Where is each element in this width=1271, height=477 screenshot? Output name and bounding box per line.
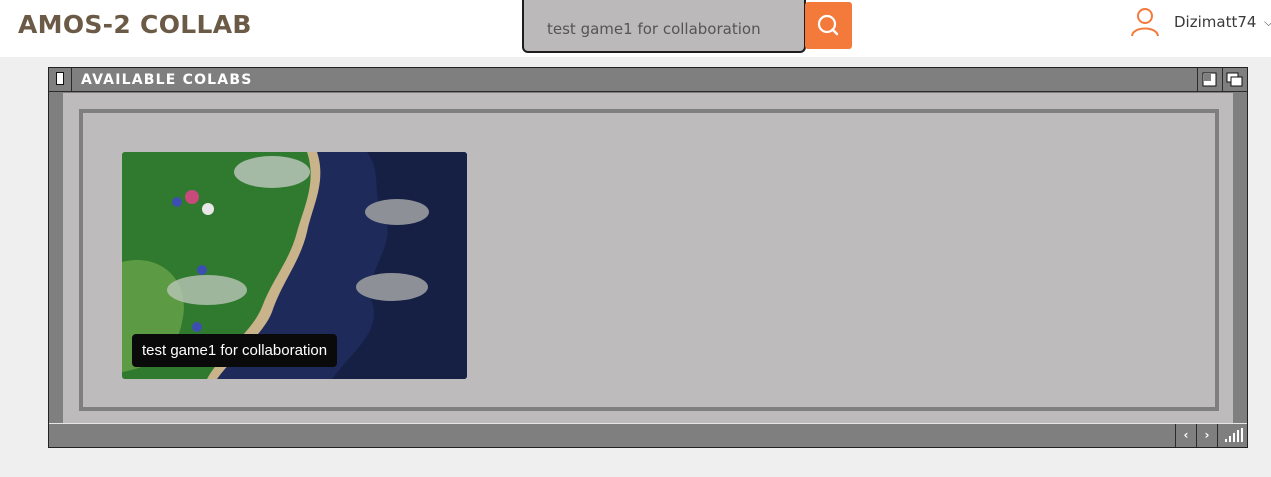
window-statusbar: ‹ › <box>49 423 1247 447</box>
scroll-right-button[interactable]: › <box>1196 424 1217 447</box>
maximize-icon <box>1226 72 1243 87</box>
resize-grip-icon <box>1225 428 1243 442</box>
chevron-down-icon: ⌵ <box>1264 15 1271 29</box>
window-body: test game1 for collaboration <box>63 93 1233 423</box>
app-header: AMOS-2 COLLAB Dizimatt74 ⌵ <box>0 0 1271 57</box>
resize-grip[interactable] <box>1217 424 1247 447</box>
window-titlebar[interactable]: AVAILABLE COLABS <box>49 68 1247 92</box>
colab-card[interactable]: test game1 for collaboration <box>122 152 467 379</box>
brand-title[interactable]: AMOS-2 COLLAB <box>18 10 252 39</box>
search-icon <box>817 14 839 36</box>
restore-button[interactable] <box>1197 68 1220 91</box>
search-button[interactable] <box>805 2 852 49</box>
chevron-right-icon: › <box>1204 428 1210 442</box>
colab-card-label: test game1 for collaboration <box>132 334 338 367</box>
username-label: Dizimatt74 <box>1174 13 1257 31</box>
chevron-left-icon: ‹ <box>1183 428 1189 442</box>
scroll-left-button[interactable]: ‹ <box>1175 424 1196 447</box>
window-title: AVAILABLE COLABS <box>81 72 253 88</box>
colab-list-frame: test game1 for collaboration <box>79 109 1219 411</box>
restore-icon <box>1202 72 1217 87</box>
user-icon <box>1131 8 1159 37</box>
available-colabs-window: AVAILABLE COLABS test game1 for collabor… <box>48 67 1248 448</box>
close-icon <box>56 72 64 85</box>
close-button[interactable] <box>49 68 72 91</box>
maximize-button[interactable] <box>1222 68 1245 91</box>
search-input[interactable] <box>522 0 806 53</box>
